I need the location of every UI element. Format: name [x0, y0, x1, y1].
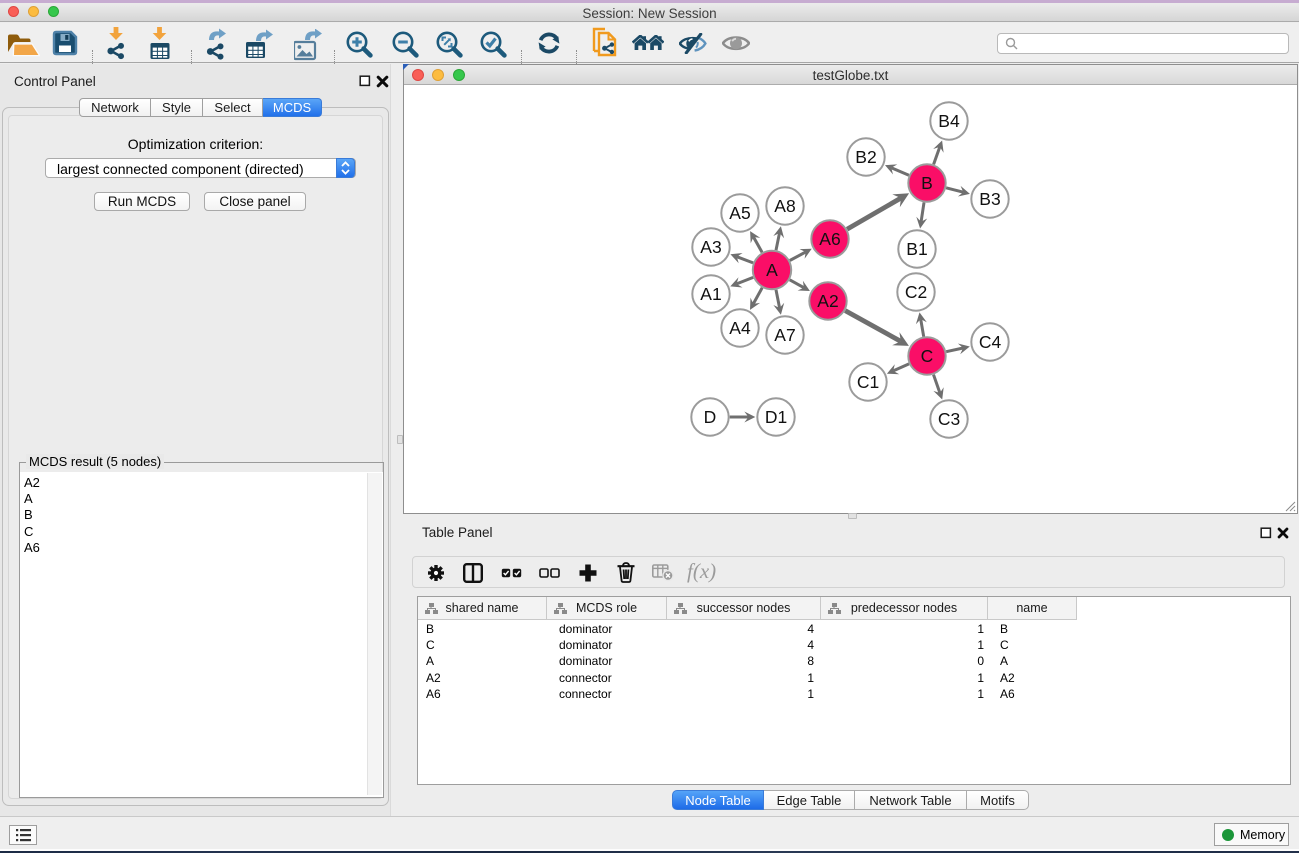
svg-text:A: A	[766, 260, 778, 280]
svg-text:B4: B4	[938, 111, 960, 131]
svg-text:B2: B2	[855, 147, 876, 167]
svg-text:C2: C2	[905, 282, 927, 302]
svg-text:D1: D1	[765, 407, 787, 427]
svg-text:A6: A6	[819, 229, 840, 249]
svg-text:A4: A4	[729, 318, 751, 338]
svg-text:A3: A3	[700, 237, 721, 257]
svg-text:C4: C4	[979, 332, 1002, 352]
svg-text:C3: C3	[938, 409, 960, 429]
svg-text:A1: A1	[700, 284, 721, 304]
svg-text:D: D	[704, 407, 717, 427]
svg-text:C: C	[921, 346, 934, 366]
svg-text:A2: A2	[817, 291, 838, 311]
svg-text:A5: A5	[729, 203, 750, 223]
svg-text:A8: A8	[774, 196, 795, 216]
svg-text:C1: C1	[857, 372, 879, 392]
svg-text:B3: B3	[979, 189, 1000, 209]
svg-text:A7: A7	[774, 325, 795, 345]
svg-text:B: B	[921, 173, 933, 193]
svg-text:B1: B1	[906, 239, 927, 259]
